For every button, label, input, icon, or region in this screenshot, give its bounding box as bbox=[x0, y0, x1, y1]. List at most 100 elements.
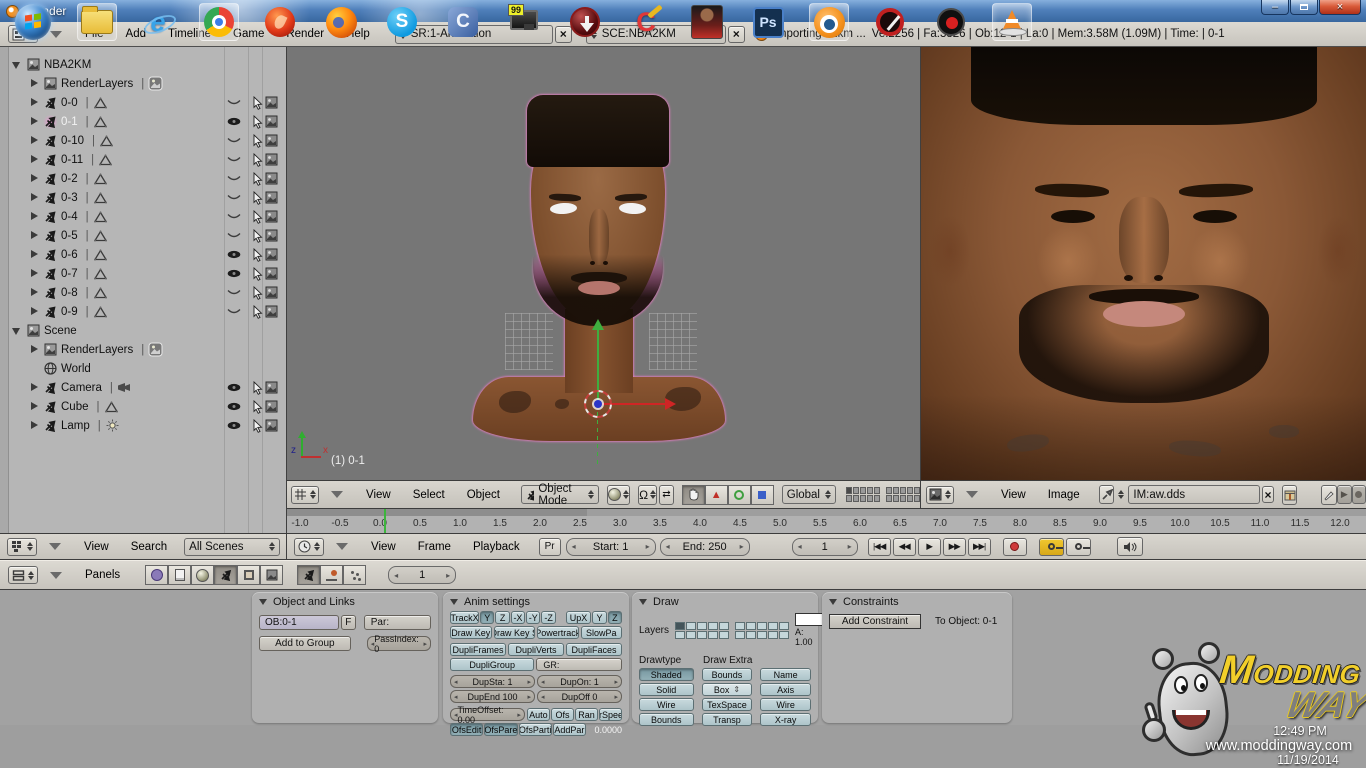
jump-to-start-button[interactable]: |◀◀ bbox=[868, 538, 891, 556]
layer-cell[interactable] bbox=[768, 631, 778, 639]
renderability-icon[interactable] bbox=[264, 172, 279, 186]
layer-cell[interactable] bbox=[757, 622, 767, 630]
image-editor-menu-view[interactable]: View bbox=[1001, 489, 1026, 501]
selectability-cursor-icon[interactable] bbox=[250, 153, 265, 167]
selectability-cursor-icon[interactable] bbox=[250, 229, 265, 243]
offset-toggle-prspeed[interactable]: PrSpeed bbox=[599, 708, 622, 721]
panel-collapse-icon[interactable] bbox=[639, 599, 647, 605]
up-toggle-y[interactable]: Y bbox=[592, 611, 606, 624]
photoshop[interactable]: Ps bbox=[748, 3, 788, 41]
offset-toggle-ofs[interactable]: Ofs bbox=[551, 708, 574, 721]
up-toggle-upx[interactable]: UpX bbox=[566, 611, 591, 624]
draw-extra-bounds[interactable]: Bounds bbox=[702, 668, 753, 681]
record-button[interactable] bbox=[1003, 538, 1027, 556]
outliner-row-0-2[interactable]: 0-2| bbox=[10, 169, 286, 188]
panel-collapse-icon[interactable] bbox=[450, 599, 458, 605]
object-subcontext-button[interactable] bbox=[297, 565, 320, 585]
viewport-3d-canvas[interactable]: z x (1) 0-1 bbox=[287, 47, 920, 480]
layer-cell[interactable] bbox=[719, 622, 729, 630]
auto-key-button[interactable] bbox=[1039, 538, 1064, 556]
viewport-editor-type-button[interactable] bbox=[291, 486, 319, 504]
selectability-cursor-icon[interactable] bbox=[250, 400, 265, 414]
layer-cell[interactable] bbox=[735, 622, 745, 630]
blender-app[interactable] bbox=[809, 3, 849, 41]
mode-select[interactable]: Object Mode bbox=[521, 485, 599, 504]
drawtype-bounds[interactable]: Bounds bbox=[639, 713, 694, 726]
draw-extra-axis[interactable]: Axis bbox=[760, 683, 811, 696]
scope-stepper[interactable] bbox=[269, 542, 275, 551]
fake-user-button[interactable]: F bbox=[341, 615, 356, 630]
current-frame-marker[interactable] bbox=[384, 509, 386, 533]
outliner-row-0-3[interactable]: 0-3| bbox=[10, 188, 286, 207]
viewport-layer-cell[interactable] bbox=[900, 495, 906, 502]
viewport-layer-cell[interactable] bbox=[846, 487, 852, 494]
ytd-downloader[interactable] bbox=[565, 3, 605, 41]
layer-cell[interactable] bbox=[768, 622, 778, 630]
outliner-panel[interactable]: NBA2KMRenderLayers|0-0|0-1|0-10|0-11|0-2… bbox=[0, 47, 287, 533]
visibility-closed-eye-icon[interactable] bbox=[226, 305, 241, 319]
scene-context-button[interactable] bbox=[260, 565, 283, 585]
header-collapse-icon[interactable] bbox=[50, 572, 62, 579]
ofs-toggle-ofspare[interactable]: OfsPare bbox=[484, 723, 517, 736]
draw-extra-texspace[interactable]: TexSpace bbox=[702, 698, 753, 711]
layer-cell[interactable] bbox=[708, 631, 718, 639]
viewport-layer-cell[interactable] bbox=[853, 495, 859, 502]
outliner-row-0-8[interactable]: 0-8| bbox=[10, 283, 286, 302]
editor-type-stepper[interactable] bbox=[27, 542, 33, 551]
editor-type-stepper[interactable] bbox=[945, 490, 951, 499]
outliner-row-0-11[interactable]: 0-11| bbox=[10, 150, 286, 169]
translate-manipulator-toggle[interactable] bbox=[682, 485, 705, 505]
expand-right-icon[interactable] bbox=[29, 401, 40, 412]
expand-right-icon[interactable] bbox=[29, 420, 40, 431]
expand-right-icon[interactable] bbox=[29, 173, 40, 184]
visibility-closed-eye-icon[interactable] bbox=[226, 134, 241, 148]
viewport-menu-view[interactable]: View bbox=[366, 489, 391, 501]
renderability-icon[interactable] bbox=[264, 381, 279, 395]
outliner-scope-select[interactable]: All Scenes bbox=[184, 538, 280, 556]
panel-title-row[interactable]: Draw bbox=[639, 595, 811, 609]
ob-name-field[interactable]: OB:0-1 bbox=[259, 615, 339, 630]
decrement-arrow[interactable]: ◂ bbox=[798, 542, 802, 551]
shading-context-button[interactable] bbox=[191, 565, 214, 585]
outliner-row-0-10[interactable]: 0-10| bbox=[10, 131, 286, 150]
layers-widget[interactable] bbox=[846, 487, 920, 502]
editor-type-stepper[interactable] bbox=[28, 571, 34, 580]
object-color-swatch[interactable] bbox=[795, 613, 823, 626]
renderability-icon[interactable] bbox=[264, 248, 279, 262]
current-frame-field[interactable]: ◂ 1 ▸ bbox=[792, 538, 858, 556]
track-toggle-y[interactable]: -Y bbox=[526, 611, 540, 624]
track-toggle-y[interactable]: Y bbox=[480, 611, 494, 624]
dupligroup-toggle[interactable]: DupliGroup bbox=[450, 658, 534, 671]
visibility-closed-eye-icon[interactable] bbox=[226, 153, 241, 167]
draw-extra-wire[interactable]: Wire bbox=[760, 698, 811, 711]
scene-delete-button[interactable]: × bbox=[728, 26, 745, 43]
outliner-row-0-4[interactable]: 0-4| bbox=[10, 207, 286, 226]
expand-right-icon[interactable] bbox=[29, 135, 40, 146]
viewport-layer-cell[interactable] bbox=[860, 487, 866, 494]
layer-cell[interactable] bbox=[708, 622, 718, 630]
draw-extra-box[interactable]: Box bbox=[702, 683, 753, 696]
particles-subcontext-button[interactable] bbox=[343, 565, 366, 585]
scale-manipulator-toggle[interactable] bbox=[728, 485, 751, 505]
drawtype-solid[interactable]: Solid bbox=[639, 683, 694, 696]
decrement-arrow[interactable]: ◂ bbox=[394, 571, 398, 580]
google-chrome[interactable] bbox=[199, 3, 239, 41]
outliner-row-nba2km[interactable]: NBA2KM bbox=[10, 55, 286, 74]
increment-arrow[interactable]: ▸ bbox=[646, 542, 650, 551]
layer-cell[interactable] bbox=[757, 631, 767, 639]
timeline-menu-view[interactable]: View bbox=[371, 541, 396, 553]
selectability-cursor-icon[interactable] bbox=[250, 134, 265, 148]
rotate-manipulator-toggle[interactable]: ▲ bbox=[705, 485, 728, 505]
renderability-icon[interactable] bbox=[264, 115, 279, 129]
layer-cell[interactable] bbox=[719, 631, 729, 639]
expand-right-icon[interactable] bbox=[29, 249, 40, 260]
draw-extra-transp[interactable]: Transp bbox=[702, 713, 753, 726]
dupli-toggle-duplifaces[interactable]: DupliFaces bbox=[566, 643, 622, 656]
visibility-open-eye-icon[interactable] bbox=[226, 248, 241, 262]
outliner-menu-search[interactable]: Search bbox=[131, 541, 167, 553]
selectability-cursor-icon[interactable] bbox=[250, 286, 265, 300]
increment-arrow[interactable]: ▸ bbox=[740, 542, 744, 551]
outliner-row-renderlayers[interactable]: RenderLayers| bbox=[10, 340, 286, 359]
selectability-cursor-icon[interactable] bbox=[250, 210, 265, 224]
header-collapse-icon[interactable] bbox=[49, 543, 61, 550]
